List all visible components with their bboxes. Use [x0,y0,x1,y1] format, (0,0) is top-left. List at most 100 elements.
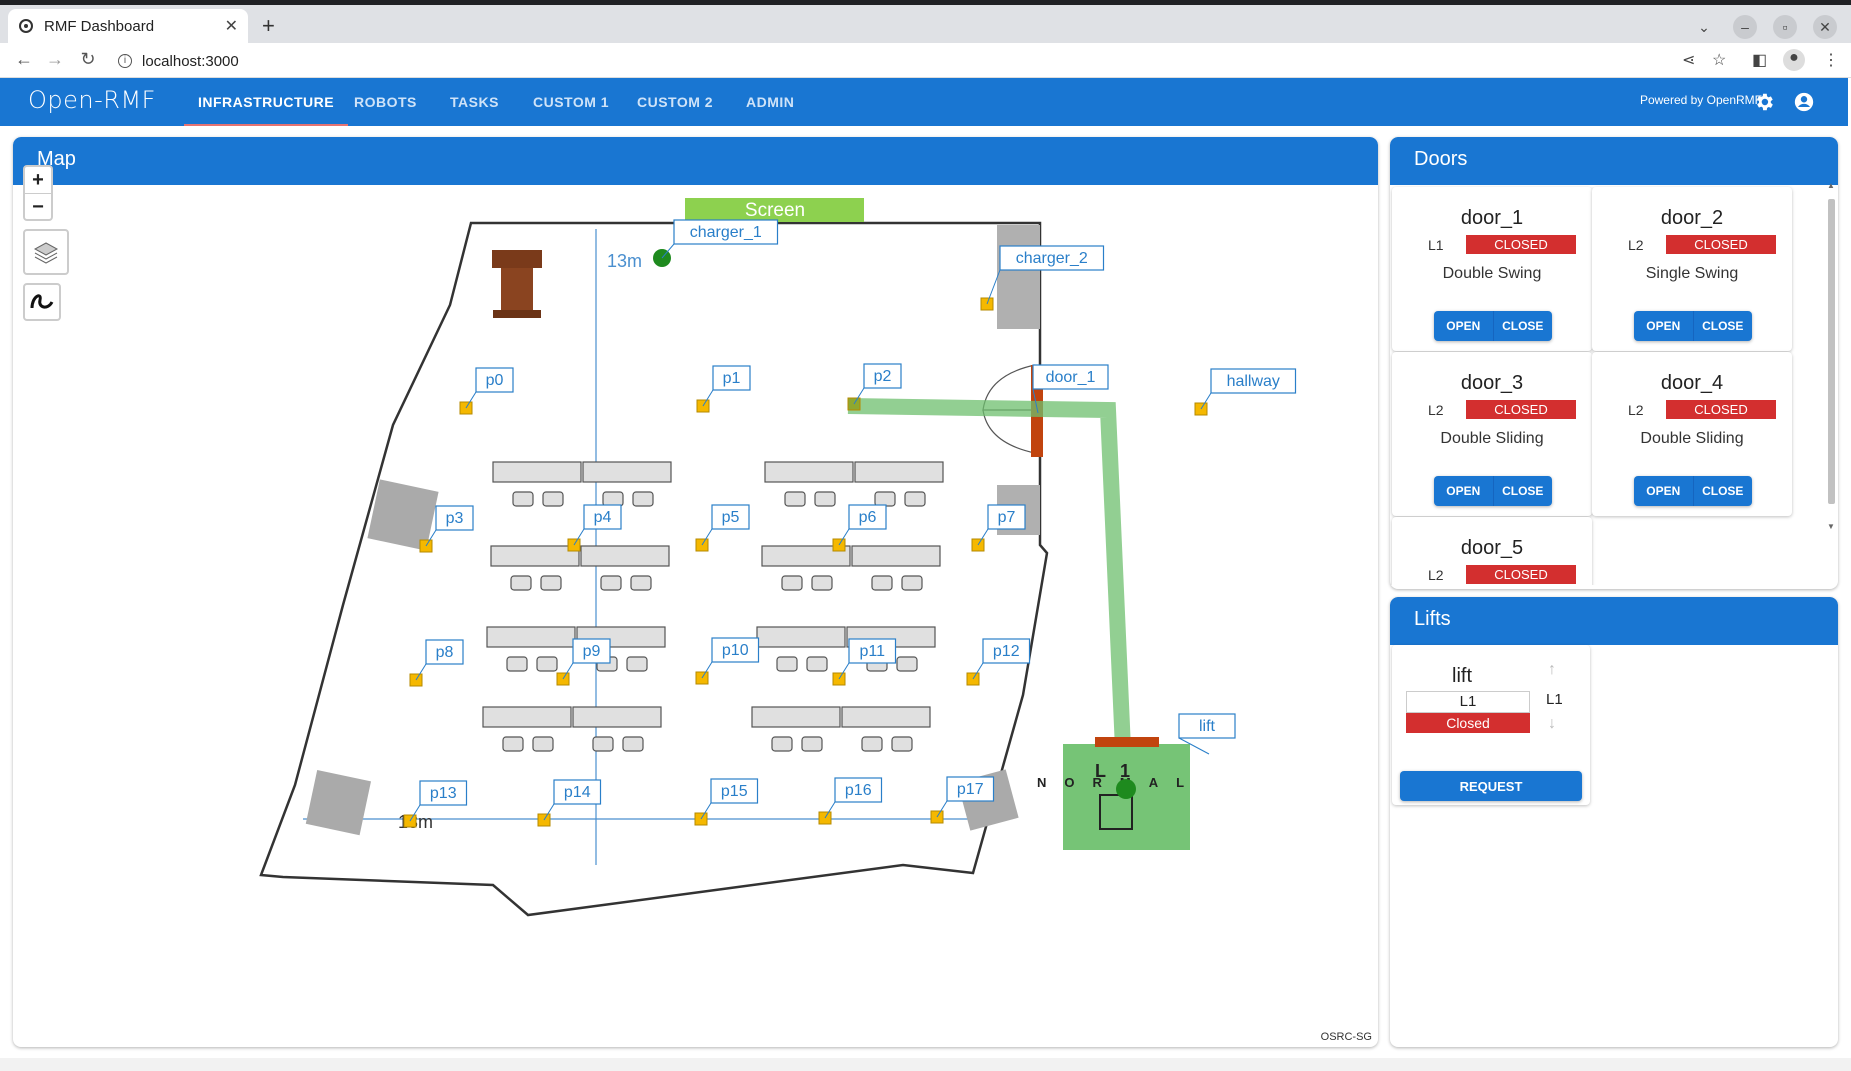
waypoint-label: p3 [446,510,464,527]
open-rmf-logo: Open-RMF [28,86,156,114]
desk [486,626,576,648]
waypoint-label: charger_1 [690,224,762,241]
door-name: door_4 [1660,372,1724,394]
waypoint-label: p13 [430,785,457,802]
door-controls: OPEN CLOSE [1634,476,1752,506]
browser-menu-icon[interactable]: ⋮ [1823,50,1839,70]
waypoint-label: p0 [486,372,504,389]
doors-scrollbar[interactable]: ▲ ▼ [1826,181,1836,531]
restore-icon[interactable]: ▫ [1773,15,1797,39]
door-type: Double Sliding [1440,430,1544,447]
desk [756,626,846,648]
desk [841,706,931,728]
back-icon[interactable]: ← [12,49,36,70]
door-card-door-1: door_1 L1 CLOSED Double Swing OPEN CLOSE [1392,187,1592,351]
door-name: door_2 [1660,207,1724,229]
profile-icon[interactable]: ● [1783,49,1805,71]
side-panel-icon[interactable]: ◧ [1752,50,1767,70]
door-open-button[interactable]: OPEN [1634,476,1694,506]
floor-outline [259,221,1049,917]
lift-request-button[interactable]: REQUEST [1400,771,1582,801]
door-state-badge: CLOSED [1666,400,1776,419]
site-info-icon[interactable]: i [118,54,132,68]
browser-tab-strip: RMF Dashboard ✕ + ⌄ – ▫ ✕ [0,5,1851,43]
scrollbar-thumb[interactable] [1828,199,1835,504]
chair [626,656,648,672]
waypoint-label: charger_2 [1016,250,1088,267]
tab-custom-1[interactable]: CUSTOM 1 [533,78,609,126]
window-close-icon[interactable]: ✕ [1813,15,1837,39]
tab-tasks[interactable]: TASKS [450,78,499,126]
chair [861,736,883,752]
door-close-button[interactable]: CLOSE [1494,311,1553,341]
pillar [997,225,1040,329]
chair [784,491,806,507]
rmf-favicon-icon [18,18,34,34]
tab-admin[interactable]: ADMIN [746,78,794,126]
layers-button[interactable] [23,229,69,275]
chair [632,491,654,507]
browser-tab[interactable]: RMF Dashboard ✕ [8,9,248,43]
chair [592,736,614,752]
door-state-badge: CLOSED [1666,235,1776,254]
waypoint-label: p9 [583,643,601,660]
waypoint-label: p11 [859,643,885,660]
trajectory-icon [30,294,54,309]
tab-search-chevron-icon[interactable]: ⌄ [1692,15,1716,39]
close-tab-icon[interactable]: ✕ [225,16,238,36]
door-open-button[interactable]: OPEN [1634,311,1694,341]
scroll-down-icon[interactable]: ▼ [1827,522,1835,531]
waypoint-label: p10 [722,642,749,659]
door-open-button[interactable]: OPEN [1434,311,1494,341]
door-close-button[interactable]: CLOSE [1494,476,1553,506]
new-tab-icon[interactable]: + [262,13,275,39]
tab-infrastructure[interactable]: INFRASTRUCTURE [183,78,349,126]
desk [490,545,580,567]
chair [540,575,562,591]
scroll-up-icon[interactable]: ▲ [1827,181,1835,190]
minimize-icon[interactable]: – [1733,15,1757,39]
door-level: L2 [1628,237,1644,253]
lifts-panel: Lifts lift L1 Closed ↑ L1 ↓ REQUEST [1390,597,1838,1047]
reload-icon[interactable]: ↻ [76,49,100,70]
chair [510,575,532,591]
map-panel: Map Screen 13m 13m [13,137,1378,1047]
chair [542,491,564,507]
waypoint-label: p12 [993,643,1020,660]
desk [582,461,672,483]
chair [811,575,833,591]
tab-robots[interactable]: ROBOTS [354,78,417,126]
chair [871,575,893,591]
app-bar: Open-RMF INFRASTRUCTURE ROBOTS TASKS CUS… [0,78,1848,126]
page-bottom-strip [0,1058,1851,1071]
zoom-in-button[interactable]: + [32,167,44,193]
bookmark-star-icon[interactable]: ☆ [1712,50,1726,70]
zoom-out-button[interactable]: − [32,194,44,220]
chair [771,736,793,752]
doors-list[interactable]: door_1 L1 CLOSED Double Swing OPEN CLOSE … [1390,185,1838,585]
door-card-door-5: door_5 L2 CLOSED [1392,517,1592,585]
door-controls: OPEN CLOSE [1634,311,1752,341]
arrow-down-icon: ↓ [1548,715,1556,732]
desk [580,545,670,567]
lift-door-marker [1095,737,1159,747]
building-map[interactable]: Screen 13m 13m L1 NORMAL p0p1 [13,185,1378,1047]
share-icon[interactable]: ⋖ [1682,50,1695,70]
robot-in-lift[interactable] [1116,779,1136,799]
door-state-badge: CLOSED [1466,235,1576,254]
lift-door-state-badge: Closed [1406,713,1530,733]
lift-destination-floor: L1 [1406,691,1530,713]
forward-icon[interactable]: → [43,49,67,70]
trajectory-button[interactable] [23,283,61,321]
url-field[interactable]: i localhost:3000 [118,48,239,74]
settings-gear-icon[interactable] [1752,90,1776,114]
waypoint-label: lift [1199,718,1216,735]
door-open-button[interactable]: OPEN [1434,476,1494,506]
door-close-button[interactable]: CLOSE [1694,311,1753,341]
tab-custom-2[interactable]: CUSTOM 2 [637,78,713,126]
door-close-button[interactable]: CLOSE [1694,476,1753,506]
chair [874,491,896,507]
lift-current-floor: L1 [1546,691,1563,708]
chair [506,656,528,672]
account-circle-icon[interactable] [1792,90,1816,114]
